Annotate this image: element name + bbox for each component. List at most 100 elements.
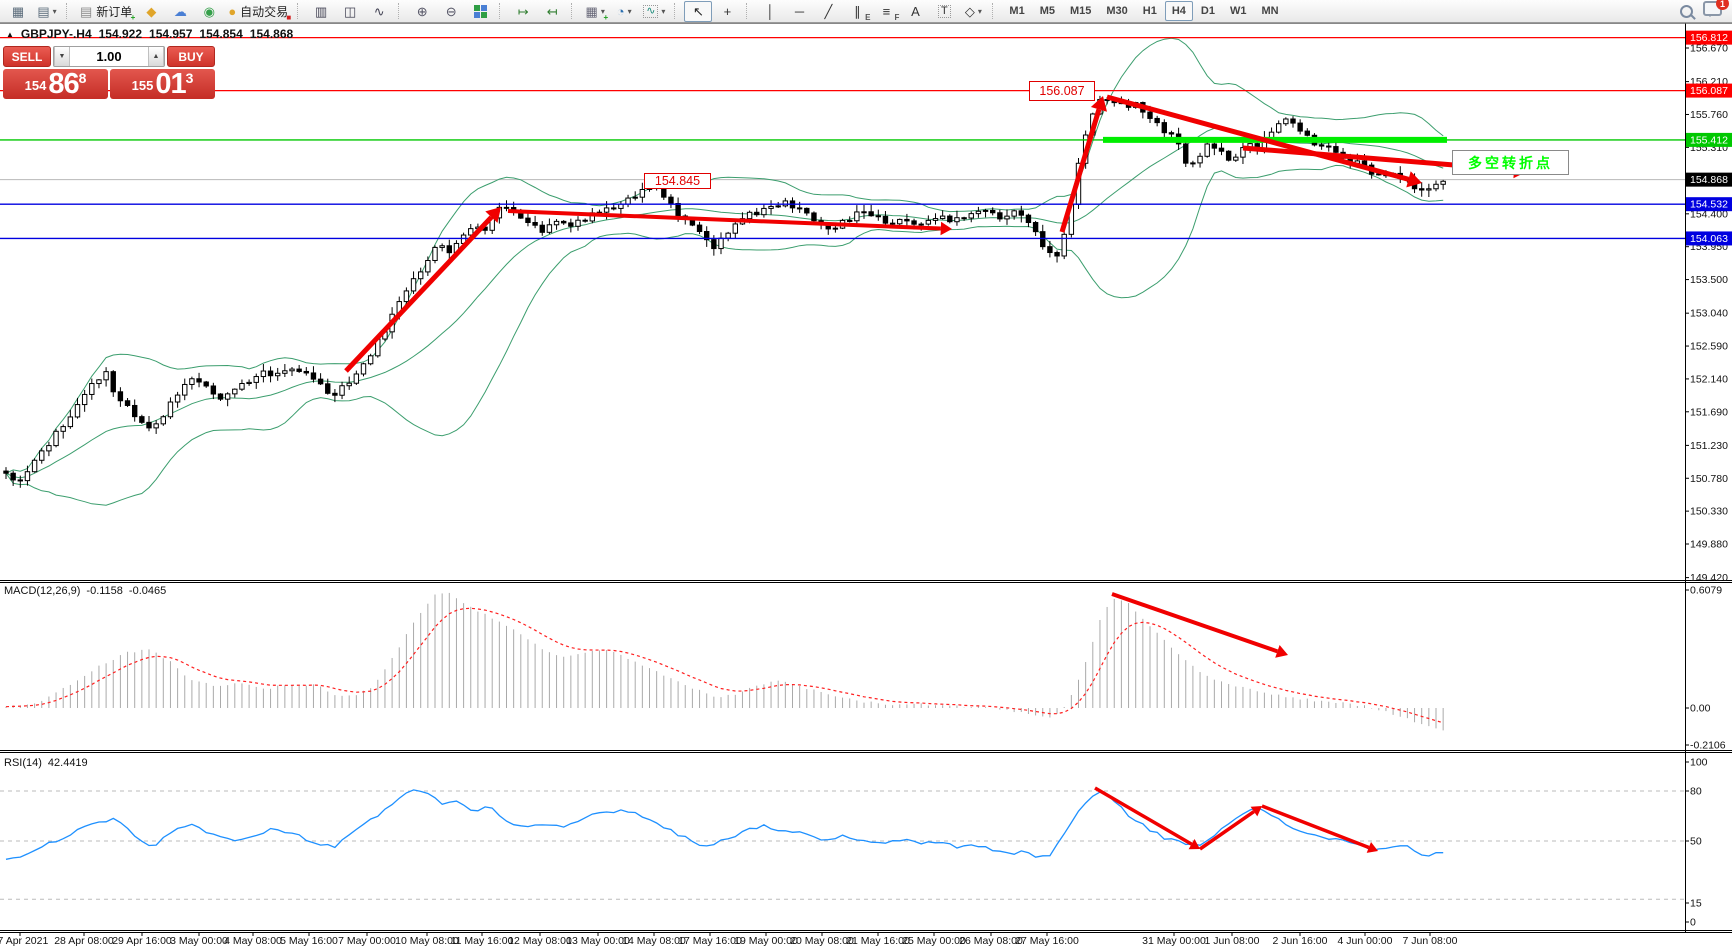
auto-scroll-button[interactable]: ↦ <box>509 1 537 22</box>
fibonacci-button[interactable]: ≡F <box>872 1 900 22</box>
svg-text:12 May 08:00: 12 May 08:00 <box>508 935 572 946</box>
toolbar-separator <box>66 3 71 19</box>
new-chart-button[interactable]: ▦ <box>4 1 32 22</box>
buy-price[interactable]: 155 01 3 <box>110 69 215 99</box>
timeframe-m5-button[interactable]: M5 <box>1033 1 1062 21</box>
indicators-button[interactable]: ∿▾ <box>639 1 669 22</box>
collapse-icon[interactable]: ▲ <box>6 30 14 39</box>
bar-chart-button[interactable]: ▥ <box>307 1 335 22</box>
sell-price[interactable]: 154 86 8 <box>3 69 108 99</box>
svg-text:0.6079: 0.6079 <box>1690 585 1722 597</box>
svg-text:26 May 08:00: 26 May 08:00 <box>959 935 1023 946</box>
time-axis[interactable]: 27 Apr 202128 Apr 08:0029 Apr 16:003 May… <box>0 932 1458 946</box>
vertical-line-icon: │ <box>766 5 774 18</box>
new-order-icon: ▤ <box>80 5 92 18</box>
toolbar-separator <box>746 3 751 19</box>
cursor-button[interactable]: ↖ <box>684 1 712 22</box>
timeframe-m15-button[interactable]: M15 <box>1063 1 1098 21</box>
svg-text:27 May 16:00: 27 May 16:00 <box>1015 935 1079 946</box>
horizontal-line-icon: ─ <box>795 5 804 18</box>
macd-name: MACD(12,26,9) <box>4 585 80 597</box>
tile-windows-button[interactable] <box>466 1 494 22</box>
macd-value-signal: -0.0465 <box>129 585 166 597</box>
profiles-button[interactable]: ▤▾ <box>33 1 61 22</box>
quote-high: 154.957 <box>149 27 192 41</box>
search-icon[interactable] <box>1680 5 1693 18</box>
svg-text:7 May 00:00: 7 May 00:00 <box>338 935 396 946</box>
symbol-name: GBPJPY-.H4 <box>21 27 92 41</box>
volume-decrease-button[interactable]: ▼ <box>54 47 70 66</box>
svg-text:4 May 08:00: 4 May 08:00 <box>224 935 282 946</box>
caret-down-icon: ▾ <box>53 7 57 16</box>
svg-text:5 May 16:00: 5 May 16:00 <box>280 935 338 946</box>
rsi-value: 42.4419 <box>48 757 88 769</box>
chart-shift-button[interactable]: ↤ <box>538 1 566 22</box>
line-chart-button[interactable]: ∿ <box>365 1 393 22</box>
svg-text:153.040: 153.040 <box>1690 308 1728 320</box>
vertical-line-button[interactable]: │ <box>756 1 784 22</box>
community-button[interactable]: ☁ <box>166 1 194 22</box>
macd-value-main: -0.1158 <box>86 585 123 597</box>
metaquotes-icon: ◆ <box>146 5 156 18</box>
svg-text:152.140: 152.140 <box>1690 373 1728 385</box>
signals-button[interactable]: ◉ <box>195 1 223 22</box>
volume-input[interactable] <box>70 47 148 66</box>
timeframe-w1-button[interactable]: W1 <box>1223 1 1254 21</box>
horizontal-line-button[interactable]: ─ <box>785 1 813 22</box>
notification-badge: 1 <box>1716 0 1729 10</box>
svg-text:29 Apr 16:00: 29 Apr 16:00 <box>112 935 172 946</box>
caret-down-icon: ▾ <box>661 7 665 16</box>
sell-price-sup: 8 <box>79 70 87 86</box>
svg-text:10 May 08:00: 10 May 08:00 <box>395 935 459 946</box>
svg-text:156.812: 156.812 <box>1690 32 1728 44</box>
crosshair-icon: + <box>724 5 732 18</box>
chart-canvas[interactable]: 156.670156.210155.760155.310154.400153.9… <box>0 0 1732 946</box>
mt4-window: 156.670156.210155.760155.310154.400153.9… <box>0 0 1732 946</box>
timeframe-m30-button[interactable]: M30 <box>1099 1 1134 21</box>
autotrading-button[interactable]: ●■自动交易 <box>224 1 292 22</box>
templates-button[interactable]: ▦+▾ <box>581 1 609 22</box>
volume-increase-button[interactable]: ▲ <box>148 47 164 66</box>
buy-button[interactable]: BUY <box>167 46 215 67</box>
svg-text:2 Jun 16:00: 2 Jun 16:00 <box>1273 935 1328 946</box>
timeframe-m1-button[interactable]: M1 <box>1002 1 1031 21</box>
svg-text:0: 0 <box>1690 917 1696 929</box>
text-label-icon: T <box>938 5 951 18</box>
zoom-out-button[interactable]: ⊖ <box>437 1 465 22</box>
notifications-button[interactable]: 1 <box>1703 1 1722 21</box>
autotrading-icon: ● <box>228 5 236 18</box>
candlestick-button[interactable]: ◫ <box>336 1 364 22</box>
rsi-name: RSI(14) <box>4 757 42 769</box>
svg-text:27 Apr 2021: 27 Apr 2021 <box>0 935 48 946</box>
new-order-button[interactable]: ▤+新订单 <box>76 1 136 22</box>
signals-icon: ◉ <box>204 5 215 18</box>
svg-text:149.880: 149.880 <box>1690 539 1728 551</box>
trendline-button[interactable]: ╱ <box>814 1 842 22</box>
symbol-header[interactable]: ▲ GBPJPY-.H4 154.922 154.957 154.854 154… <box>6 27 293 41</box>
channel-button[interactable]: ∥E <box>843 1 871 22</box>
shapes-button[interactable]: ◇▾ <box>959 1 987 22</box>
price-flag-154.845[interactable]: 154.845 <box>644 173 711 189</box>
timeframe-h4-button[interactable]: H4 <box>1165 1 1193 21</box>
zoom-in-icon: ⊕ <box>417 5 428 18</box>
chart-shift-icon: ↤ <box>547 5 558 18</box>
turning-point-annotation[interactable]: 多空转折点 <box>1452 150 1569 175</box>
svg-text:25 May 00:00: 25 May 00:00 <box>902 935 966 946</box>
sell-button[interactable]: SELL <box>3 46 51 67</box>
timeframe-mn-button[interactable]: MN <box>1254 1 1285 21</box>
toolbar-separator <box>297 3 302 19</box>
text-button[interactable]: A <box>901 1 929 22</box>
price-flag-156.087[interactable]: 156.087 <box>1029 81 1095 101</box>
crosshair-button[interactable]: + <box>713 1 741 22</box>
text-label-button[interactable]: T <box>930 1 958 22</box>
timeframe-h1-button[interactable]: H1 <box>1136 1 1164 21</box>
zoom-in-button[interactable]: ⊕ <box>408 1 436 22</box>
autotrading-label: 自动交易 <box>240 3 288 20</box>
toolbar: ▦▤▾▤+新订单◆☁◉●■自动交易▥◫∿⊕⊖↦↤▦+▾◔▾∿▾↖+│─╱∥E≡F… <box>0 0 1732 23</box>
svg-text:28 Apr 08:00: 28 Apr 08:00 <box>54 935 114 946</box>
period-button[interactable]: ◔▾ <box>610 1 638 22</box>
cursor-icon: ↖ <box>693 5 704 18</box>
svg-text:1 Jun 08:00: 1 Jun 08:00 <box>1205 935 1260 946</box>
timeframe-d1-button[interactable]: D1 <box>1194 1 1222 21</box>
metaquotes-button[interactable]: ◆ <box>137 1 165 22</box>
